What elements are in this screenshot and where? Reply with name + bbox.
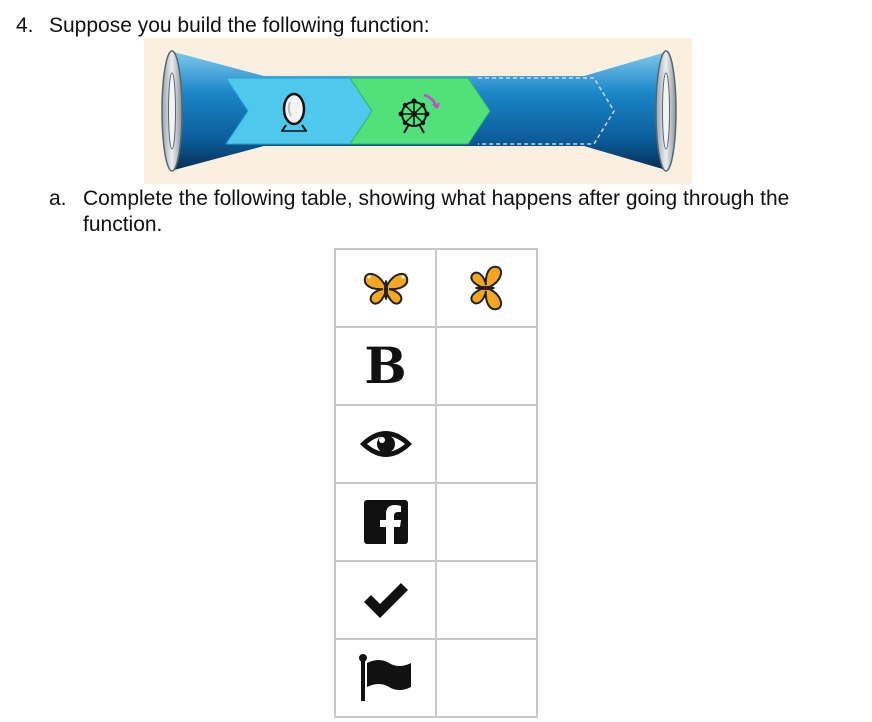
checkmark-icon bbox=[363, 583, 408, 618]
right-end-cap bbox=[655, 50, 677, 172]
facebook-icon bbox=[363, 500, 408, 545]
flag-icon bbox=[358, 654, 411, 701]
input-cell bbox=[334, 560, 437, 640]
stage-mirror bbox=[225, 77, 377, 145]
output-cell[interactable] bbox=[435, 326, 538, 406]
function-machine bbox=[144, 38, 692, 184]
table-row bbox=[334, 638, 538, 718]
input-cell bbox=[334, 248, 437, 328]
input-cell bbox=[334, 638, 437, 718]
butterfly-icon bbox=[363, 272, 408, 305]
input-cell bbox=[334, 482, 437, 562]
part-a-instruction: Complete the following table, showing wh… bbox=[83, 187, 790, 236]
output-cell[interactable] bbox=[435, 638, 538, 718]
part-a-letter: a. bbox=[49, 187, 67, 210]
input-cell: B bbox=[334, 326, 437, 406]
table-row bbox=[334, 482, 538, 562]
function-table: B bbox=[334, 248, 538, 718]
question-number: 4. bbox=[16, 14, 34, 37]
output-cell[interactable] bbox=[435, 404, 538, 484]
input-cell bbox=[334, 404, 437, 484]
table-row bbox=[334, 404, 538, 484]
part-a: a. Complete the following table, showing… bbox=[49, 186, 859, 238]
table-row bbox=[334, 248, 538, 328]
output-cell[interactable] bbox=[435, 560, 538, 640]
letter-b: B bbox=[364, 336, 407, 395]
output-cell[interactable] bbox=[435, 482, 538, 562]
table-row bbox=[334, 560, 538, 640]
question-4: 4. Suppose you build the following functi… bbox=[16, 13, 430, 39]
left-end-cap bbox=[161, 50, 183, 172]
eye-icon bbox=[359, 431, 412, 457]
function-machine-graphic bbox=[161, 50, 677, 172]
table-row: B bbox=[334, 326, 538, 406]
butterfly-rotated-icon bbox=[469, 265, 502, 311]
question-prompt: Suppose you build the following function… bbox=[49, 14, 430, 37]
output-cell bbox=[435, 248, 538, 328]
